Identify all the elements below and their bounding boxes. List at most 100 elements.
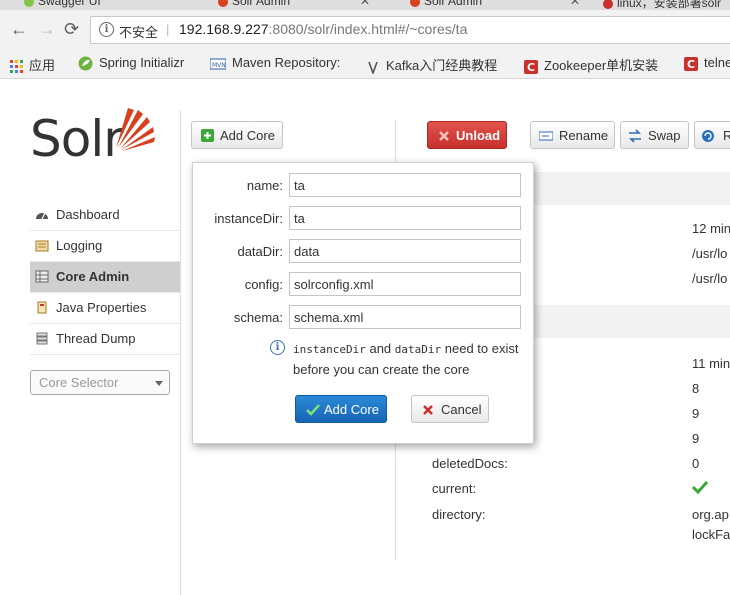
core-admin-icon — [35, 270, 49, 283]
sidebar-divider — [180, 110, 181, 595]
solr-sunburst-icon — [116, 108, 155, 151]
sidebar-item-java-properties[interactable]: Java Properties — [30, 293, 180, 324]
reload-core-button[interactable]: R — [694, 121, 730, 149]
data-dir-input[interactable] — [289, 239, 521, 263]
cancel-button[interactable]: Cancel — [411, 395, 489, 423]
bookmark-label: 应用 — [29, 58, 56, 73]
sidebar-item-thread-dump[interactable]: Thread Dump — [30, 324, 180, 355]
bookmark-label: Kafka入门经典教程 — [386, 58, 498, 73]
config-input[interactable] — [289, 272, 521, 296]
url-host: 192.168.9.227 — [179, 21, 269, 37]
add-core-dialog: name: instanceDir: dataDir: config: sche… — [192, 162, 534, 444]
tab-label: Solr Admin — [424, 0, 483, 8]
instance-dir-input[interactable] — [289, 206, 521, 230]
sidebar-item-label: Dashboard — [56, 207, 120, 222]
solr-logo[interactable]: Solr — [30, 108, 155, 168]
sidebar-item-label: Thread Dump — [56, 331, 136, 346]
hint-instance-dir: instanceDir — [293, 343, 366, 356]
info-icon[interactable]: i — [99, 22, 114, 37]
deleted-docs-value: 0 — [692, 456, 700, 471]
unload-label: Unload — [456, 128, 501, 143]
svg-text:C: C — [527, 61, 535, 74]
swap-button[interactable]: Swap — [620, 121, 689, 149]
bookmark-label: Spring Initializr — [99, 55, 185, 70]
sidebar-item-label: Logging — [56, 238, 103, 253]
data-dir-label: dataDir: — [237, 244, 283, 259]
bookmark-maven[interactable]: MVN Maven Repository: — [210, 55, 340, 70]
instance-dir-label: instanceDir: — [214, 211, 283, 226]
browser-tabstrip: Swagger UI Solr Admin ✕ Solr Admin linux… — [0, 0, 730, 10]
directory-label: directory: — [432, 507, 486, 522]
info-icon: i — [270, 340, 285, 355]
confirm-add-core-button[interactable]: Add Core — [295, 395, 387, 423]
data-path-value: /usr/lo — [692, 271, 728, 286]
sidebar-item-label: Core Admin — [56, 269, 130, 284]
check-icon — [692, 480, 708, 494]
schema-row: schema: — [193, 305, 533, 330]
unload-button[interactable]: Unload — [427, 121, 507, 149]
browser-tab[interactable]: linux，安装部署solr — [603, 0, 721, 10]
bookmark-label: Zookeeper单机安装 — [544, 58, 659, 73]
apps-grid-icon — [10, 60, 23, 74]
instance-dir-row: instanceDir: — [193, 206, 533, 231]
sidebar-item-dashboard[interactable]: Dashboard — [30, 200, 180, 231]
plus-icon — [201, 129, 214, 142]
bookmark-zookeeper[interactable]: C Zookeeper单机安装 — [524, 55, 658, 74]
browser-toolbar: ← → ⟳ i 不安全 | 192.168.9.227:8080/solr/in… — [0, 10, 730, 48]
schema-input[interactable] — [289, 305, 521, 329]
close-icon — [439, 131, 449, 141]
close-icon — [423, 405, 433, 415]
csdn-icon: C — [684, 56, 698, 71]
java-properties-icon — [37, 301, 47, 314]
solr-logo-text: Solr — [30, 110, 124, 168]
csdn-favicon-icon — [603, 0, 613, 9]
browser-tab[interactable]: Solr Admin ✕ — [218, 0, 370, 10]
close-tab-icon[interactable]: ✕ — [570, 0, 580, 8]
mvn-icon: MVN — [210, 58, 226, 70]
browser-tab[interactable]: Swagger UI — [24, 0, 101, 10]
spring-icon — [78, 56, 93, 71]
cancel-label: Cancel — [441, 402, 482, 417]
url-path: :8080/solr/index.html#/~cores/ta — [268, 21, 468, 37]
last-modified-value: 11 min — [692, 356, 730, 371]
rename-button[interactable]: Rename — [530, 121, 615, 149]
browser-tab[interactable]: Solr Admin — [410, 0, 482, 10]
tab-label: linux，安装部署solr — [617, 0, 722, 10]
bookmark-telnet[interactable]: Ctelne — [684, 55, 730, 71]
hint-data-dir: dataDir — [394, 343, 442, 356]
bookmark-spring[interactable]: Spring Initializr — [78, 55, 184, 71]
address-separator: | — [166, 22, 170, 37]
data-dir-row: dataDir: — [193, 239, 533, 264]
directory-value: org.ap — [692, 507, 729, 522]
name-row: name: — [193, 173, 533, 198]
instance-path-value: /usr/lo — [692, 246, 728, 261]
close-tab-icon[interactable]: ✕ — [360, 0, 370, 8]
core-selector-dropdown[interactable]: Core Selector — [30, 370, 170, 395]
swap-label: Swap — [648, 128, 681, 143]
bookmark-apps[interactable]: 应用 — [10, 55, 55, 74]
svg-text:C: C — [687, 58, 695, 71]
sidebar-nav: Dashboard Logging Core Admin Java Proper… — [30, 200, 180, 355]
name-input[interactable] — [289, 173, 521, 197]
bookmark-kafka[interactable]: Kafka入门经典教程 — [366, 55, 497, 74]
add-core-button[interactable]: Add Core — [191, 121, 283, 149]
bookmark-label: Maven Repository: — [232, 55, 341, 70]
sidebar-item-logging[interactable]: Logging — [30, 231, 180, 262]
solr-favicon-icon — [410, 0, 420, 7]
address-bar[interactable]: i 不安全 | 192.168.9.227:8080/solr/index.ht… — [90, 16, 730, 44]
config-row: config: — [193, 272, 533, 297]
forward-arrow-icon[interactable]: → — [38, 19, 56, 39]
back-arrow-icon[interactable]: ← — [10, 19, 28, 39]
security-label: 不安全 — [119, 25, 159, 40]
confirm-add-core-label: Add Core — [324, 402, 379, 417]
directory-hint: instanceDir and dataDir need to exist be… — [293, 339, 523, 380]
sidebar-item-core-admin[interactable]: Core Admin — [30, 262, 180, 293]
reload-icon[interactable]: ⟳ — [64, 19, 79, 39]
swagger-favicon-icon — [24, 0, 34, 7]
current-label: current: — [432, 481, 477, 496]
dashboard-icon — [36, 212, 48, 220]
bookmarks-bar: 应用 Spring Initializr MVN Maven Repository… — [0, 48, 730, 79]
name-label: name: — [246, 178, 283, 193]
logging-icon — [35, 240, 49, 252]
deleted-docs-label: deletedDocs: — [432, 456, 508, 471]
